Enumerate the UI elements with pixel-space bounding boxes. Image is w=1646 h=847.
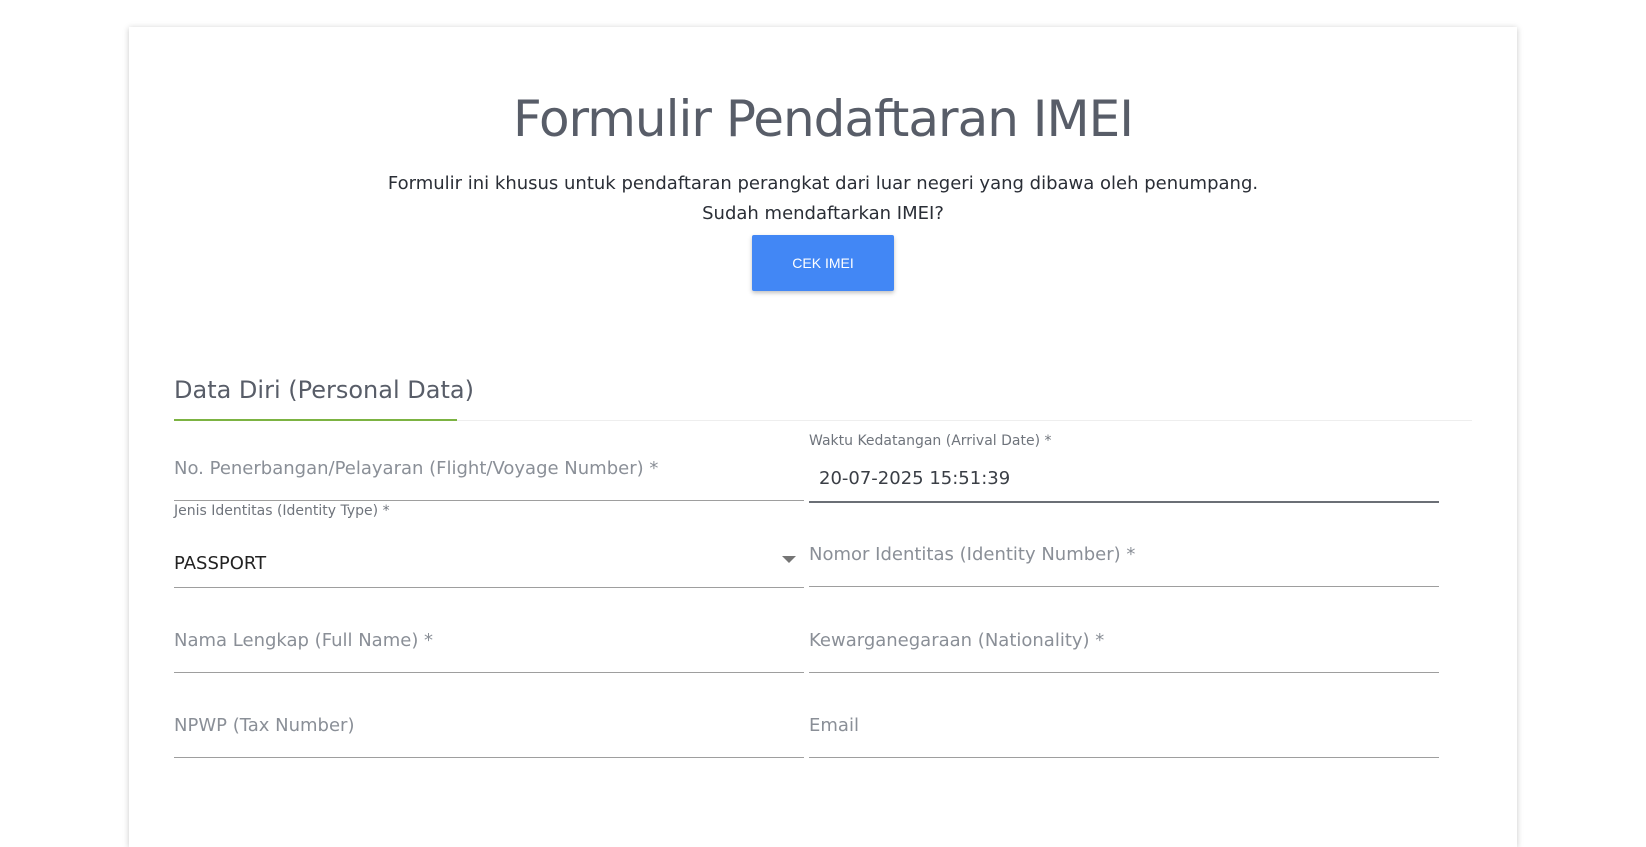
email-placeholder: Email: [809, 715, 859, 736]
nationality-placeholder: Kewarganegaraan (Nationality) *: [809, 630, 1105, 651]
identity-type-label: Jenis Identitas (Identity Type) *: [174, 503, 390, 519]
npwp-field[interactable]: NPWP (Tax Number): [174, 698, 804, 758]
identity-number-placeholder: Nomor Identitas (Identity Number) *: [809, 544, 1136, 565]
question-text: Sudah mendaftarkan IMEI?: [702, 203, 944, 224]
flight-number-placeholder: No. Penerbangan/Pelayaran (Flight/Voyage…: [174, 458, 659, 479]
section-tab-underline: [174, 419, 457, 421]
arrival-date-label: Waktu Kedatangan (Arrival Date) *: [809, 433, 1052, 449]
identity-type-select[interactable]: Jenis Identitas (Identity Type) * PASSPO…: [174, 503, 804, 588]
cek-imei-button[interactable]: CEK IMEI: [752, 235, 894, 291]
nationality-field[interactable]: Kewarganegaraan (Nationality) *: [809, 613, 1439, 673]
flight-number-field[interactable]: No. Penerbangan/Pelayaran (Flight/Voyage…: [174, 447, 804, 501]
arrival-date-value: 20-07-2025 15:51:39: [819, 468, 1011, 489]
description-text: Formulir ini khusus untuk pendaftaran pe…: [387, 173, 1259, 194]
full-name-placeholder: Nama Lengkap (Full Name) *: [174, 630, 434, 651]
full-name-field[interactable]: Nama Lengkap (Full Name) *: [174, 613, 804, 673]
npwp-placeholder: NPWP (Tax Number): [174, 715, 355, 736]
identity-type-value: PASSPORT: [174, 553, 267, 574]
identity-number-field[interactable]: Nomor Identitas (Identity Number) *: [809, 527, 1439, 587]
page-title: Formulir Pendaftaran IMEI: [512, 90, 1134, 148]
page-description: Formulir ini khusus untuk pendaftaran pe…: [129, 169, 1517, 229]
form-card: Formulir Pendaftaran IMEI Formulir ini k…: [129, 27, 1517, 847]
chevron-down-icon: [782, 556, 796, 563]
arrival-date-field[interactable]: Waktu Kedatangan (Arrival Date) * 20-07-…: [809, 433, 1439, 502]
section-tab-personal-data[interactable]: Data Diri (Personal Data): [174, 375, 474, 405]
email-field[interactable]: Email: [809, 698, 1439, 758]
